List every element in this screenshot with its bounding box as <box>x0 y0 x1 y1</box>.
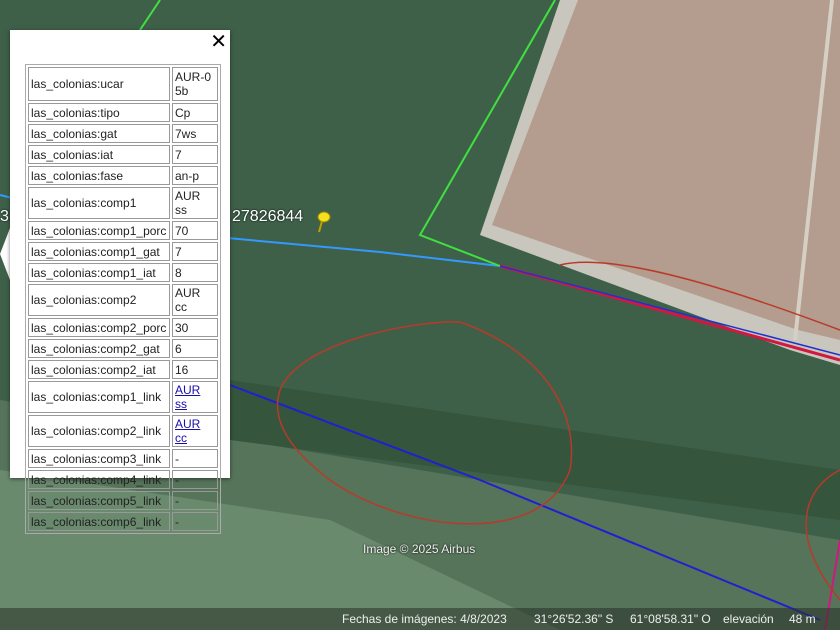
table-row: las_colonias:comp6_link - <box>28 512 218 531</box>
attribute-value: 16 <box>172 360 218 379</box>
table-row: las_colonias:comp1 AUR ss <box>28 187 218 219</box>
attribute-value: 6 <box>172 339 218 358</box>
attribute-link[interactable]: AUR ss <box>175 383 200 411</box>
attribute-key: las_colonias:tipo <box>28 103 170 122</box>
attribute-key: las_colonias:comp2_porc <box>28 318 170 337</box>
attribute-value: 7 <box>172 145 218 164</box>
pushpin-icon[interactable] <box>314 210 332 234</box>
table-row: las_colonias:comp4_link - <box>28 470 218 489</box>
attribute-value: AUR-05b <box>172 67 218 101</box>
table-row: las_colonias:comp3_link - <box>28 449 218 468</box>
attribute-value: an-p <box>172 166 218 185</box>
imagery-credit: Image © 2025 Airbus <box>363 542 476 556</box>
attribute-key: las_colonias:comp6_link <box>28 512 170 531</box>
elevation-label: elevación <box>723 612 774 626</box>
attribute-key: las_colonias:gat <box>28 124 170 143</box>
attribute-value-cell: AUR ss <box>172 381 218 413</box>
attribute-value: - <box>172 512 218 531</box>
placemark-label[interactable]: 27826844 <box>232 208 303 226</box>
attribute-value-cell: AUR cc <box>172 415 218 447</box>
attribute-key: las_colonias:comp1_gat <box>28 242 170 261</box>
table-row: las_colonias:comp2 AUR cc <box>28 284 218 316</box>
table-row: las_colonias:comp2_iat 16 <box>28 360 218 379</box>
attributes-table: las_colonias:ucar AUR-05b las_colonias:tip… <box>25 64 221 534</box>
attribute-key: las_colonias:comp5_link <box>28 491 170 510</box>
attribute-key: las_colonias:comp2_link <box>28 415 170 447</box>
attribute-key: las_colonias:comp1_porc <box>28 221 170 240</box>
table-row: las_colonias:comp1_porc 70 <box>28 221 218 240</box>
attribute-key: las_colonias:fase <box>28 166 170 185</box>
attribute-value: - <box>172 470 218 489</box>
table-row: las_colonias:comp2_gat 6 <box>28 339 218 358</box>
table-row: las_colonias:comp2_link AUR cc <box>28 415 218 447</box>
table-row: las_colonias:fase an-p <box>28 166 218 185</box>
table-row: las_colonias:comp1_link AUR ss <box>28 381 218 413</box>
attribute-key: las_colonias:comp2_gat <box>28 339 170 358</box>
attribute-value: Cp <box>172 103 218 122</box>
table-row: las_colonias:comp1_gat 7 <box>28 242 218 261</box>
info-balloon: ✕ las_colonias:ucar AUR-05b las_colonias:t… <box>10 30 230 534</box>
attribute-key: las_colonias:comp2 <box>28 284 170 316</box>
attribute-key: las_colonias:comp3_link <box>28 449 170 468</box>
attribute-key: las_colonias:comp1_iat <box>28 263 170 282</box>
close-icon[interactable]: ✕ <box>210 32 227 52</box>
attribute-value: 30 <box>172 318 218 337</box>
attribute-value: 7ws <box>172 124 218 143</box>
attribute-link[interactable]: AUR cc <box>175 417 200 445</box>
attribute-value: - <box>172 491 218 510</box>
table-row: las_colonias:ucar AUR-05b <box>28 67 218 101</box>
attribute-key: las_colonias:comp4_link <box>28 470 170 489</box>
attribute-key: las_colonias:comp2_iat <box>28 360 170 379</box>
balloon-pointer <box>0 228 10 280</box>
table-row: las_colonias:comp5_link - <box>28 491 218 510</box>
attribute-key: las_colonias:comp1_link <box>28 381 170 413</box>
attribute-value: AUR cc <box>172 284 218 316</box>
attribute-value: AUR ss <box>172 187 218 219</box>
table-row: las_colonias:comp1_iat 8 <box>28 263 218 282</box>
attribute-key: las_colonias:iat <box>28 145 170 164</box>
status-bar: Fechas de imágenes: 4/8/2023 31°26'52.36… <box>0 608 840 630</box>
table-row: las_colonias:tipo Cp <box>28 103 218 122</box>
imagery-date: Fechas de imágenes: 4/8/2023 <box>342 612 507 626</box>
table-row: las_colonias:comp2_porc 30 <box>28 318 218 337</box>
attribute-value: 70 <box>172 221 218 240</box>
table-row: las_colonias:gat 7ws <box>28 124 218 143</box>
elevation-value: 48 m <box>789 612 816 626</box>
table-row: las_colonias:iat 7 <box>28 145 218 164</box>
latitude: 31°26'52.36" S <box>534 612 614 626</box>
attribute-value: 8 <box>172 263 218 282</box>
attribute-value: 7 <box>172 242 218 261</box>
longitude: 61°08'58.31" O <box>630 612 711 626</box>
attribute-value: - <box>172 449 218 468</box>
attribute-key: las_colonias:comp1 <box>28 187 170 219</box>
attribute-key: las_colonias:ucar <box>28 67 170 101</box>
